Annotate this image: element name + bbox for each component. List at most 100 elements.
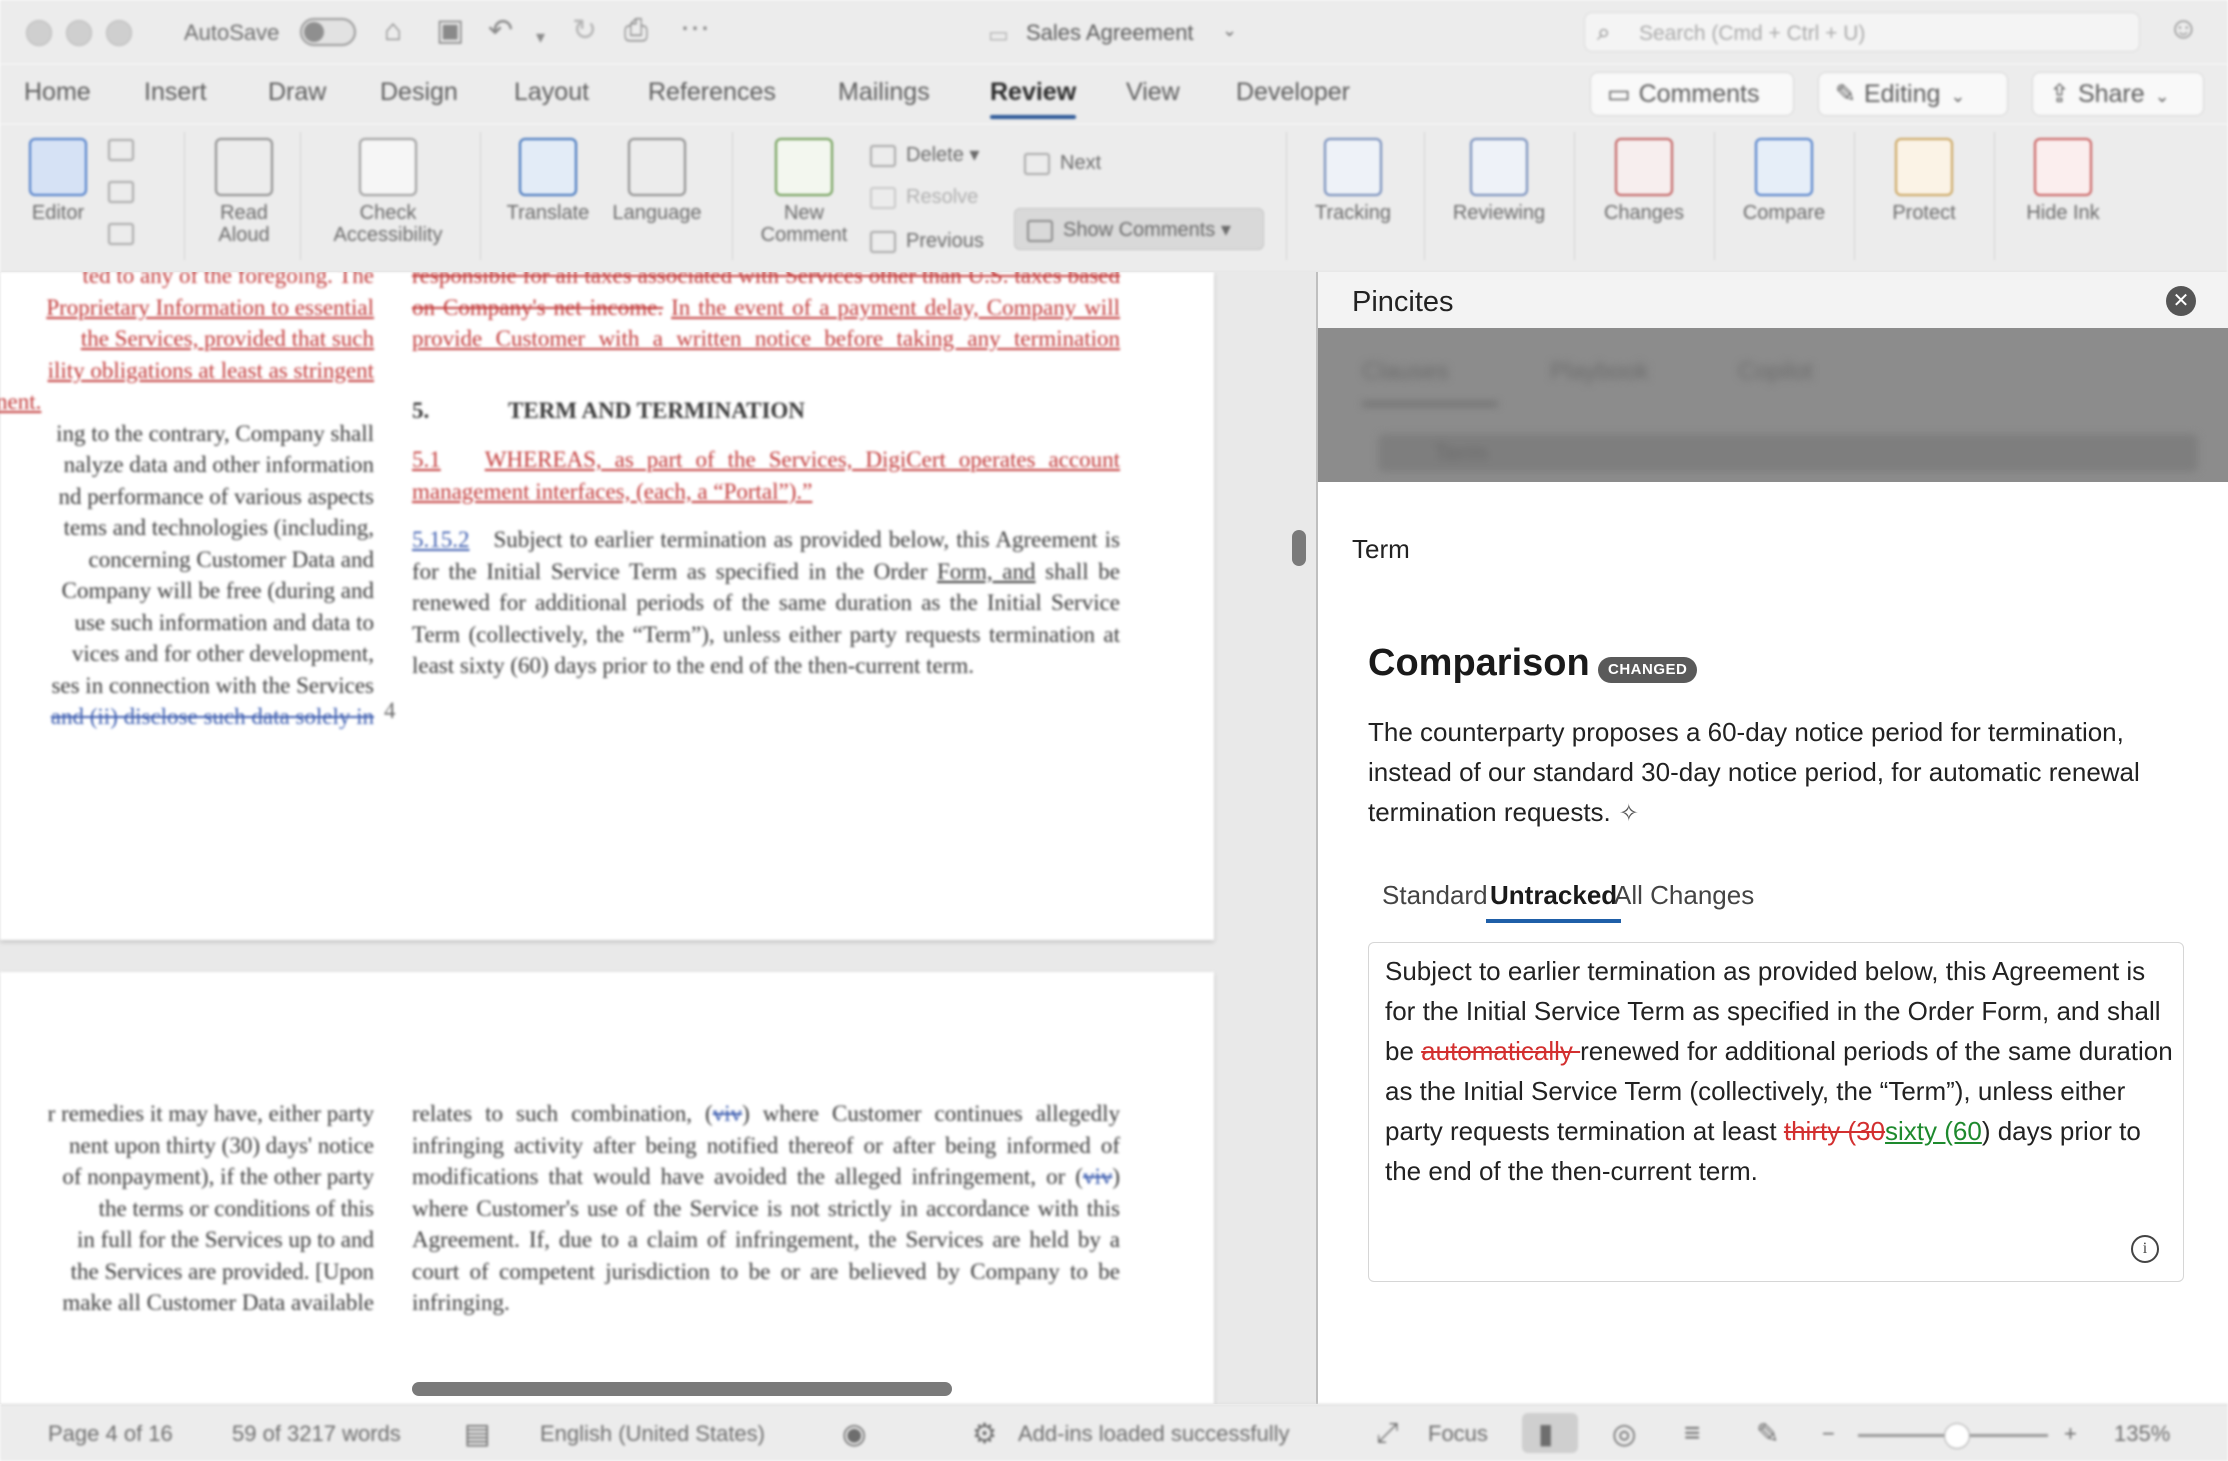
tracking-button[interactable]: Tracking: [1306, 138, 1400, 224]
tracking-label: Tracking: [1315, 202, 1391, 224]
proofing-icon[interactable]: ▤: [464, 1417, 490, 1450]
tab-home[interactable]: Home: [24, 78, 91, 107]
thesaurus-icon[interactable]: [108, 180, 144, 203]
status-badge: CHANGED: [1598, 657, 1698, 683]
show-comments-button[interactable]: Show Comments ▾: [1014, 208, 1264, 250]
page-indicator[interactable]: Page 4 of 16: [48, 1421, 173, 1447]
deleted-text: thirty (30: [1783, 1116, 1886, 1146]
spelling-icon[interactable]: [108, 138, 144, 161]
read-aloud-button[interactable]: Read Aloud: [200, 138, 288, 246]
save-icon[interactable]: ▣: [436, 16, 464, 46]
tab-layout[interactable]: Layout: [514, 78, 589, 107]
draft-icon[interactable]: ✎: [1756, 1417, 1779, 1450]
more-icon[interactable]: ⋯: [680, 14, 710, 44]
tab-review[interactable]: Review: [990, 78, 1077, 119]
print-icon[interactable]: ⎙: [624, 16, 648, 46]
zoom-window-button[interactable]: [106, 20, 132, 46]
undo-dropdown-icon[interactable]: ▾: [536, 22, 545, 52]
minimize-window-button[interactable]: [66, 20, 92, 46]
tab-standard[interactable]: Standard: [1382, 880, 1488, 911]
editing-button[interactable]: ✎ Editing ⌄: [1818, 72, 2008, 116]
document-page[interactable]: r remedies it may have, either party nen…: [0, 972, 1214, 1404]
document-title[interactable]: Sales Agreement: [1026, 20, 1194, 46]
text-line: and (ii) disclose such data solely in: [50, 704, 374, 729]
autosave-label: AutoSave: [184, 20, 280, 45]
word-count[interactable]: 59 of 3217 words: [232, 1421, 401, 1447]
text-line: nd performance of various aspects: [58, 483, 375, 509]
info-icon[interactable]: i: [2131, 1235, 2159, 1263]
zoom-in-button[interactable]: +: [2064, 1421, 2077, 1447]
document-icon: ▭: [988, 22, 1009, 47]
tab-clauses[interactable]: Clauses: [1362, 358, 1449, 386]
language-button[interactable]: Language: [604, 138, 710, 224]
web-layout-icon[interactable]: ◎: [1612, 1417, 1636, 1450]
compare-button[interactable]: Compare: [1732, 138, 1836, 224]
infringement-paragraph: relates to such combination, (viv) where…: [412, 1098, 1120, 1322]
new-comment-button[interactable]: New Comment: [752, 138, 856, 246]
tab-draw[interactable]: Draw: [268, 78, 326, 107]
pencil-icon: ✎: [1835, 80, 1856, 108]
tab-references[interactable]: References: [648, 78, 776, 107]
language-indicator[interactable]: English (United States): [540, 1421, 765, 1447]
pane-title: Pincites: [1352, 286, 1454, 318]
editor-button[interactable]: Editor: [20, 138, 96, 224]
modal-overlay[interactable]: Clauses Playbook Copilot Term: [1318, 328, 2228, 482]
delete-comment-button[interactable]: Delete ▾: [870, 142, 979, 167]
undo-icon[interactable]: ↶: [488, 16, 513, 46]
clause-name: Term: [1352, 534, 1410, 564]
next-comment-button[interactable]: Next: [1024, 152, 1101, 175]
word-count-icon[interactable]: [108, 222, 144, 245]
previous-comment-button[interactable]: Previous: [870, 230, 984, 253]
autosave-toggle[interactable]: [300, 18, 356, 46]
read-aloud-label-2: Aloud: [218, 224, 270, 246]
home-icon[interactable]: ⌂: [384, 16, 402, 46]
protect-button[interactable]: Protect: [1872, 138, 1976, 224]
text-line: the Services, provided that such: [80, 326, 374, 351]
tab-developer[interactable]: Developer: [1236, 78, 1350, 107]
text-line: ility obligations at least as stringent: [47, 357, 374, 383]
comments-button[interactable]: ▭ Comments: [1590, 72, 1794, 116]
paragraph-text: relates to such combination, (: [412, 1101, 713, 1126]
focus-label[interactable]: Focus: [1428, 1421, 1488, 1447]
title-chevron-down-icon[interactable]: ⌄: [1222, 20, 1237, 41]
clause-search-input[interactable]: [1378, 434, 2198, 472]
account-icon[interactable]: ☺: [2168, 14, 2199, 44]
tab-all-changes[interactable]: All Changes: [1614, 880, 1754, 911]
zoom-slider-handle[interactable]: [1944, 1423, 1970, 1449]
focus-icon[interactable]: ⤢: [1376, 1417, 1398, 1450]
tab-view[interactable]: View: [1126, 78, 1180, 107]
inserted-text: sixty (60: [1885, 1116, 1982, 1146]
text-line: nent.: [0, 389, 42, 414]
hide-ink-button[interactable]: Hide Ink: [2014, 138, 2112, 224]
translate-button[interactable]: Translate: [500, 138, 596, 224]
close-window-button[interactable]: [26, 20, 52, 46]
outline-icon[interactable]: ≡: [1684, 1417, 1700, 1449]
close-icon[interactable]: ✕: [2166, 286, 2196, 316]
left-column-top: ted to any of the foregoing. The Proprie…: [0, 272, 374, 733]
redo-icon[interactable]: ↻: [572, 16, 597, 46]
zoom-level[interactable]: 135%: [2114, 1421, 2170, 1447]
document-canvas[interactable]: ted to any of the foregoing. The Proprie…: [0, 272, 1316, 1404]
tab-design[interactable]: Design: [380, 78, 458, 107]
reviewing-button[interactable]: Reviewing: [1444, 138, 1554, 224]
resolve-icon: [870, 186, 896, 209]
delete-comment-icon: [870, 144, 896, 167]
changes-label: Changes: [1603, 202, 1685, 224]
horizontal-scrollbar[interactable]: [412, 1382, 952, 1396]
record-icon[interactable]: ◉: [842, 1417, 866, 1450]
tab-untracked[interactable]: Untracked: [1485, 880, 1622, 923]
text-line: ing to the contrary, Company shall: [56, 420, 374, 446]
text-line: r remedies it may have, either party: [47, 1101, 374, 1126]
tab-copilot[interactable]: Copilot: [1738, 358, 1813, 386]
changes-button[interactable]: Changes: [1592, 138, 1696, 224]
document-page[interactable]: ted to any of the foregoing. The Proprie…: [0, 272, 1214, 940]
zoom-out-button[interactable]: −: [1822, 1421, 1835, 1447]
resolve-button[interactable]: Resolve: [870, 186, 978, 209]
tab-mailings[interactable]: Mailings: [838, 78, 930, 107]
vertical-scrollbar[interactable]: [1292, 530, 1306, 566]
tab-insert[interactable]: Insert: [144, 78, 207, 107]
search-box[interactable]: ⌕ Search (Cmd + Ctrl + U): [1584, 12, 2140, 52]
check-accessibility-button[interactable]: Check Accessibility: [322, 138, 454, 246]
tab-playbook[interactable]: Playbook: [1550, 358, 1649, 386]
share-button[interactable]: ⇪ Share ⌄: [2032, 72, 2204, 116]
